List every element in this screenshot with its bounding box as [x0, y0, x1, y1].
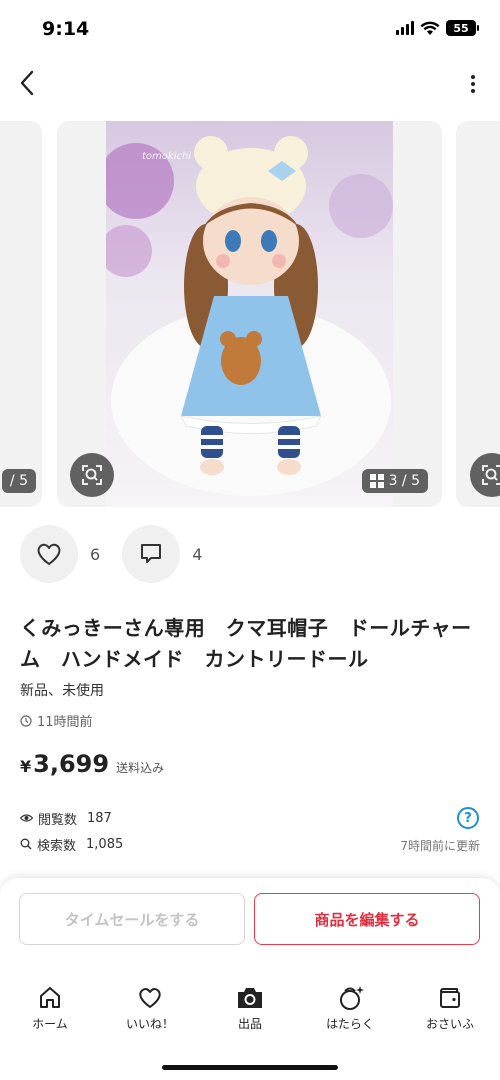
tab-likes[interactable]: いいね！: [100, 984, 200, 1036]
tab-home[interactable]: ホーム: [0, 984, 100, 1036]
signal-icon: [396, 21, 414, 35]
edit-item-button[interactable]: 商品を編集する: [254, 893, 480, 945]
carousel-slide-prev[interactable]: / 5: [0, 121, 42, 507]
eye-icon: [20, 814, 33, 822]
posted-time: 11時間前: [20, 711, 93, 730]
status-bar: 9:14 55: [0, 0, 500, 58]
views-label: 閲覧数: [38, 812, 78, 828]
views-row: 閲覧数 187: [20, 807, 480, 829]
image-counter-text: 3 / 5: [388, 473, 420, 489]
like-button[interactable]: [20, 525, 78, 583]
nav-bar: [0, 58, 500, 110]
status-icons: 55: [396, 20, 479, 36]
image-counter-prev: / 5: [1, 469, 36, 493]
search-icon: [20, 838, 32, 850]
comment-icon: [141, 544, 162, 563]
tab-likes-label: いいね！: [125, 1017, 174, 1031]
heart-icon: [136, 984, 164, 1012]
tab-sell-label: 出品: [237, 1017, 262, 1031]
battery-icon: 55: [446, 20, 479, 36]
price-symbol: ¥: [20, 757, 32, 776]
search-label: 検索数: [37, 838, 77, 854]
image-counter: 3 / 5: [361, 469, 428, 493]
item-stats: 閲覧数 187 検索数 1,085 ? 7時間前に更新: [20, 807, 480, 859]
tab-work-label: はたらく: [326, 1017, 374, 1031]
timesale-button[interactable]: タイムセールをする: [19, 893, 245, 945]
carousel-slide-next[interactable]: [456, 121, 500, 507]
grid-icon: [369, 474, 384, 488]
camera-icon: [236, 984, 264, 1012]
like-count: 6: [90, 544, 101, 564]
views-count: 187: [87, 810, 112, 826]
zoom-icon: [482, 465, 500, 485]
status-time: 9:14: [42, 18, 90, 40]
comment-count: 4: [192, 544, 203, 564]
bottom-sheet: タイムセールをする 商品を編集する ホーム いいね！ 出品 はたらく おさいふ: [0, 878, 500, 1080]
heart-icon: [37, 543, 61, 565]
tab-sell[interactable]: 出品: [200, 984, 300, 1036]
doll-illustration: tomokichi: [98, 136, 393, 496]
item-title: くみっきーさん専用 クマ耳帽子 ドールチャーム ハンドメイド カントリードール: [20, 616, 472, 671]
more-options-button[interactable]: [466, 70, 480, 98]
price-amount: 3,699: [33, 750, 110, 778]
home-indicator: [162, 1065, 338, 1070]
image-carousel[interactable]: / 5 tomokichi 3 / 5: [0, 121, 500, 507]
chevron-left-icon: [20, 70, 34, 96]
wallet-icon: [436, 984, 464, 1012]
zoom-button-next[interactable]: [470, 453, 500, 497]
comment-button[interactable]: [122, 525, 181, 583]
tab-bar: ホーム いいね！ 出品 はたらく おさいふ: [0, 984, 500, 1036]
tab-work[interactable]: はたらく: [300, 984, 400, 1036]
price: ¥ 3,699 送料込み: [20, 750, 164, 778]
help-icon[interactable]: ?: [457, 807, 479, 829]
carousel-slide-main[interactable]: tomokichi 3 / 5: [57, 121, 442, 507]
product-photo: tomokichi: [98, 121, 393, 507]
photo-watermark: tomokichi: [142, 151, 191, 162]
clock-icon: [20, 714, 32, 727]
tab-wallet[interactable]: おさいふ: [400, 984, 500, 1036]
tab-home-label: ホーム: [32, 1017, 68, 1031]
back-button[interactable]: [12, 68, 42, 98]
zoom-icon: [82, 465, 102, 485]
work-icon: [336, 984, 364, 1012]
home-icon: [36, 984, 64, 1012]
zoom-button[interactable]: [70, 453, 114, 497]
item-actions: 6 4: [20, 525, 224, 583]
item-condition: 新品、未使用: [20, 683, 104, 699]
wifi-icon: [420, 21, 440, 35]
search-count: 1,085: [86, 836, 124, 852]
shipping-label: 送料込み: [116, 761, 165, 775]
updated-time: 7時間前に更新: [400, 839, 480, 853]
posted-time-text: 11時間前: [37, 715, 93, 730]
tab-wallet-label: おさいふ: [425, 1017, 474, 1031]
